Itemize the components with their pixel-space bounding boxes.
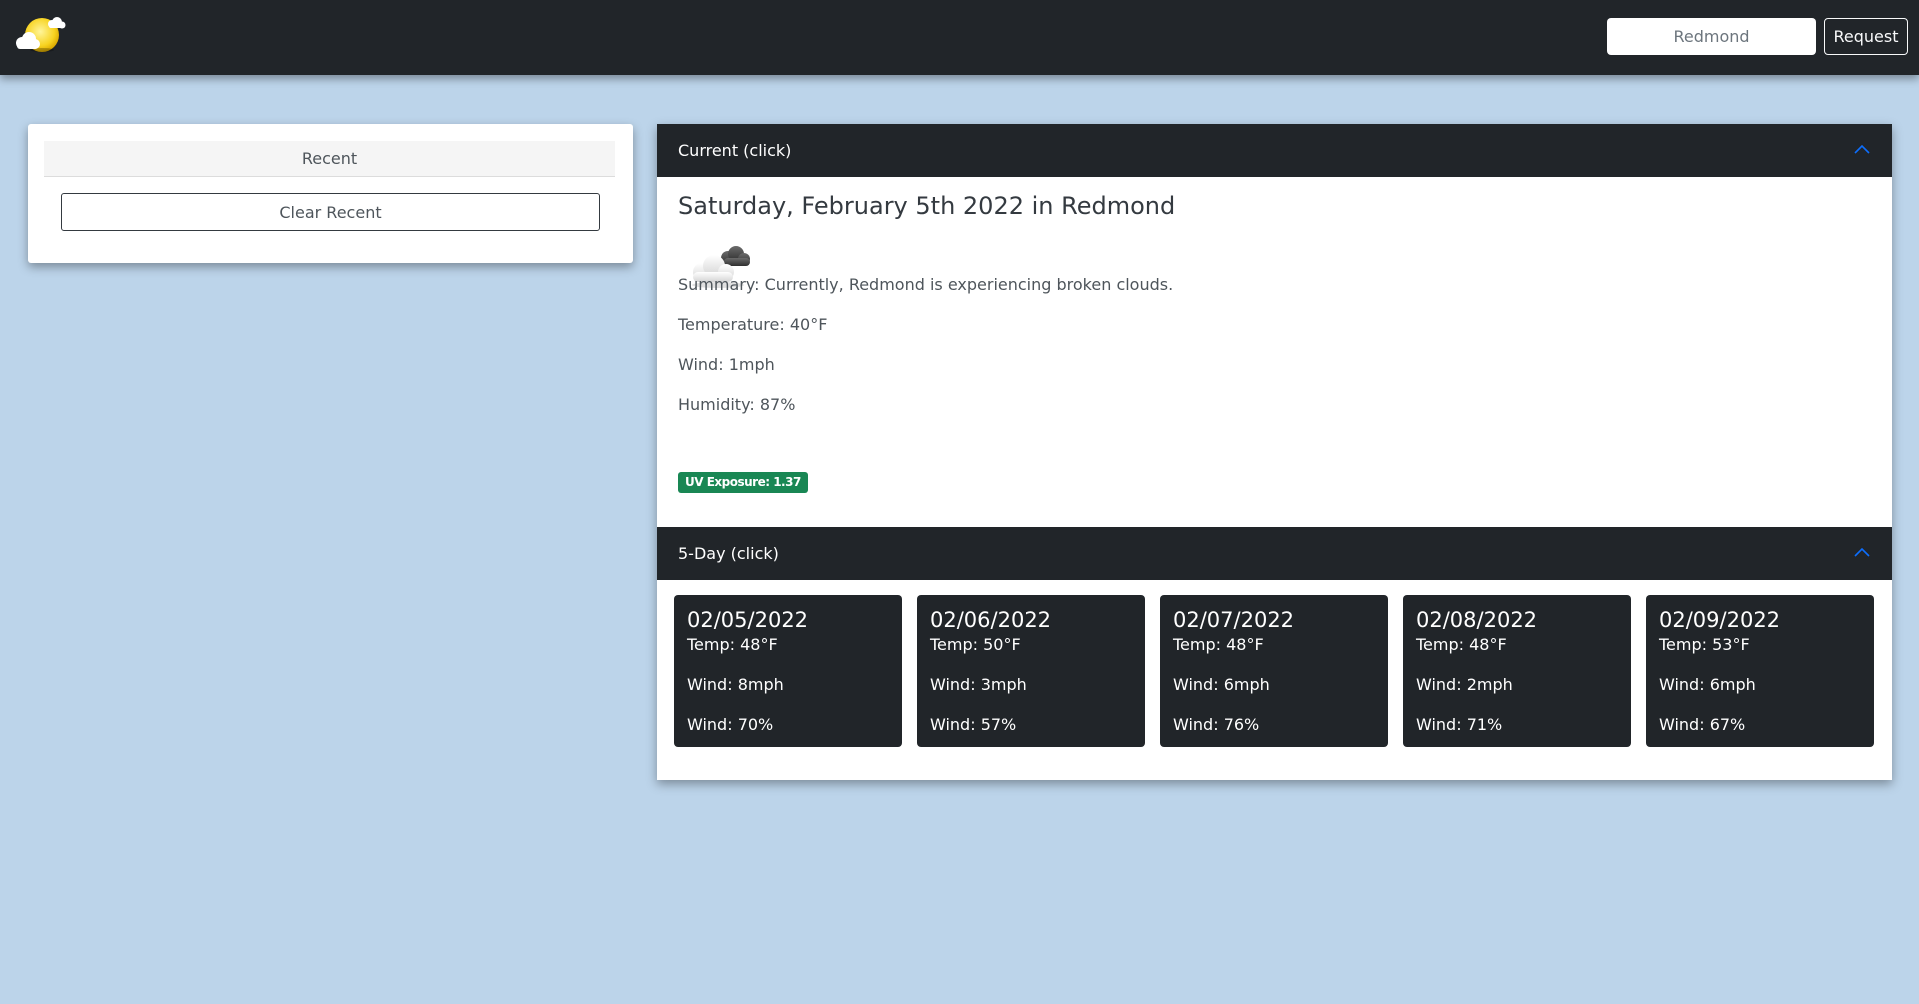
- forecast-date: 02/06/2022: [930, 608, 1052, 632]
- forecast-row: 02/05/2022 Temp: 48°F Wind: 8mph Wind: 7…: [674, 595, 1875, 747]
- forecast-day-card: 02/05/2022 Temp: 48°F Wind: 8mph Wind: 7…: [674, 595, 902, 747]
- city-search-input[interactable]: [1607, 18, 1816, 55]
- forecast-humidity: Wind: 71%: [1416, 715, 1503, 734]
- forecast-humidity: Wind: 70%: [687, 715, 774, 734]
- summary-text: Summary: Currently, Redmond is experienc…: [678, 275, 1174, 294]
- forecast-temp: Temp: 48°F: [687, 635, 778, 654]
- forecast-header-label: 5-Day (click): [678, 544, 779, 563]
- humidity-text: Humidity: 87%: [678, 395, 796, 414]
- recent-panel: Recent Clear Recent: [28, 124, 633, 263]
- forecast-temp: Temp: 53°F: [1659, 635, 1750, 654]
- forecast-day-card: 02/08/2022 Temp: 48°F Wind: 2mph Wind: 7…: [1403, 595, 1631, 747]
- sun-behind-cloud-icon: [16, 17, 66, 52]
- uv-exposure-badge: UV Exposure: 1.37: [678, 472, 808, 493]
- clear-recent-button[interactable]: Clear Recent: [61, 193, 600, 231]
- forecast-date: 02/05/2022: [687, 608, 809, 632]
- forecast-temp: Temp: 50°F: [930, 635, 1021, 654]
- chevron-up-icon: [1854, 547, 1870, 557]
- chevron-up-icon: [1854, 144, 1870, 154]
- weather-panel: Current (click) Saturday, February 5th 2…: [657, 124, 1892, 780]
- forecast-day-card: 02/09/2022 Temp: 53°F Wind: 6mph Wind: 6…: [1646, 595, 1874, 747]
- wind-text: Wind: 1mph: [678, 355, 775, 374]
- top-navbar: Request: [0, 0, 1919, 75]
- forecast-humidity: Wind: 67%: [1659, 715, 1746, 734]
- temperature-text: Temperature: 40°F: [678, 315, 828, 334]
- forecast-humidity: Wind: 76%: [1173, 715, 1260, 734]
- forecast-humidity: Wind: 57%: [930, 715, 1017, 734]
- forecast-wind: Wind: 6mph: [1173, 675, 1270, 694]
- forecast-date: 02/08/2022: [1416, 608, 1538, 632]
- current-date-title: Saturday, February 5th 2022 in Redmond: [678, 192, 1176, 220]
- forecast-wind: Wind: 2mph: [1416, 675, 1513, 694]
- forecast-wind: Wind: 3mph: [930, 675, 1027, 694]
- forecast-date: 02/09/2022: [1659, 608, 1781, 632]
- forecast-date: 02/07/2022: [1173, 608, 1295, 632]
- request-button[interactable]: Request: [1824, 18, 1908, 55]
- forecast-wind: Wind: 6mph: [1659, 675, 1756, 694]
- forecast-day-card: 02/07/2022 Temp: 48°F Wind: 6mph Wind: 7…: [1160, 595, 1388, 747]
- forecast-accordion-header[interactable]: 5-Day (click): [657, 527, 1892, 580]
- forecast-wind: Wind: 8mph: [687, 675, 784, 694]
- forecast-day-card: 02/06/2022 Temp: 50°F Wind: 3mph Wind: 5…: [917, 595, 1145, 747]
- current-header-label: Current (click): [678, 141, 792, 160]
- forecast-temp: Temp: 48°F: [1173, 635, 1264, 654]
- current-accordion-header[interactable]: Current (click): [657, 124, 1892, 177]
- forecast-temp: Temp: 48°F: [1416, 635, 1507, 654]
- recent-header: Recent: [44, 141, 615, 177]
